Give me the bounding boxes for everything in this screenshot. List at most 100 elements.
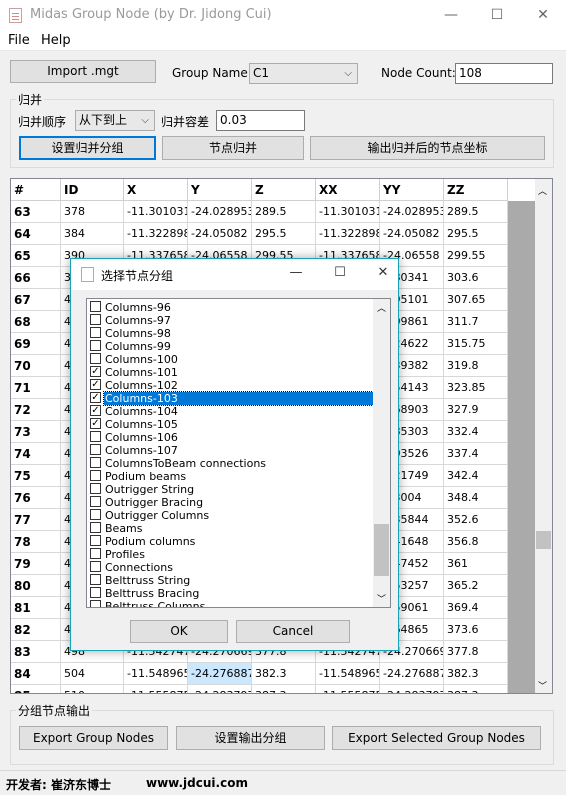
checklist-item[interactable]: Columns-97 — [88, 314, 373, 327]
table-cell[interactable]: 311.7 — [444, 311, 508, 333]
row-index[interactable]: 80 — [11, 575, 61, 597]
row-index[interactable]: 69 — [11, 333, 61, 355]
column-header[interactable]: Z — [252, 179, 316, 201]
table-row[interactable]: 64 384 -11.322898 -24.05082 295.5 -11.322898-… — [11, 223, 508, 245]
table-cell[interactable]: 365.2 — [444, 575, 508, 597]
checkbox[interactable] — [90, 353, 101, 364]
table-cell[interactable]: 315.75 — [444, 333, 508, 355]
checkbox[interactable] — [90, 431, 101, 442]
scroll-up-icon[interactable]: ︿ — [538, 184, 547, 197]
checklist-item[interactable]: ✓ Columns-102 — [88, 379, 373, 392]
checklist-item[interactable]: Beams — [88, 522, 373, 535]
table-cell[interactable]: 319.8 — [444, 355, 508, 377]
table-scrollbar[interactable]: ︿ ﹀ — [535, 179, 552, 693]
table-cell[interactable]: -24.028953 — [188, 201, 252, 223]
row-index[interactable]: 75 — [11, 465, 61, 487]
merge-order-select[interactable]: 从下到上 ⌵ — [75, 110, 155, 131]
checkbox[interactable] — [90, 587, 101, 598]
column-header[interactable]: Y — [188, 179, 252, 201]
scroll-up-icon[interactable]: ︿ — [377, 301, 386, 314]
table-cell[interactable]: -11.548965 — [124, 663, 188, 685]
merge-tolerance-field[interactable]: 0.03 — [216, 110, 305, 131]
checkbox[interactable] — [90, 327, 101, 338]
scroll-thumb[interactable] — [536, 531, 551, 549]
checkbox[interactable] — [90, 509, 101, 520]
table-cell[interactable]: -24.276887 — [188, 663, 252, 685]
minimize-button[interactable]: — — [428, 0, 474, 31]
checkbox[interactable]: ✓ — [90, 418, 101, 429]
checklist-item[interactable]: ✓ Columns-101 — [88, 366, 373, 379]
node-merge-button[interactable]: 节点归并 — [162, 136, 304, 160]
checkbox[interactable] — [90, 535, 101, 546]
row-index[interactable]: 70 — [11, 355, 61, 377]
table-cell[interactable]: 332.4 — [444, 421, 508, 443]
row-index[interactable]: 79 — [11, 553, 61, 575]
row-index[interactable]: 64 — [11, 223, 61, 245]
checklist-item[interactable]: ✓ Columns-105 — [88, 418, 373, 431]
table-cell[interactable]: 352.6 — [444, 509, 508, 531]
table-row[interactable]: 84 504 -11.548965 -24.276887 382.3 -11.548965… — [11, 663, 508, 685]
table-row[interactable]: 63 378 -11.301031 -24.028953 289.5 -11.301031… — [11, 201, 508, 223]
table-cell[interactable]: 307.65 — [444, 289, 508, 311]
column-header[interactable]: ZZ — [444, 179, 508, 201]
checkbox[interactable]: ✓ — [90, 379, 101, 390]
table-cell[interactable]: 382.3 — [252, 663, 316, 685]
checklist-item[interactable]: Columns-107 — [88, 444, 373, 457]
checkbox[interactable]: ✓ — [90, 392, 101, 403]
group-name-select[interactable]: C1 ⌵ — [249, 63, 358, 84]
menu-file[interactable]: File — [8, 33, 30, 48]
checkbox[interactable] — [90, 496, 101, 507]
maximize-button[interactable]: ☐ — [474, 0, 520, 31]
row-index[interactable]: 68 — [11, 311, 61, 333]
checkbox[interactable] — [90, 470, 101, 481]
table-cell[interactable]: -24.276887 — [380, 663, 444, 685]
export-selected-group-nodes-button[interactable]: Export Selected Group Nodes — [332, 726, 541, 750]
table-cell[interactable]: 289.5 — [252, 201, 316, 223]
table-cell[interactable]: -24.283797 — [380, 685, 444, 693]
table-cell[interactable]: 295.5 — [444, 223, 508, 245]
checkbox[interactable] — [90, 340, 101, 351]
import-mgt-button[interactable]: Import .mgt — [10, 60, 156, 83]
checklist-item[interactable]: ColumnsToBeam connections — [88, 457, 373, 470]
checklist-item[interactable]: ✓ Columns-104 — [88, 405, 373, 418]
table-cell[interactable]: -11.322898 — [316, 223, 380, 245]
table-cell[interactable]: -11.555875 — [124, 685, 188, 693]
row-index[interactable]: 76 — [11, 487, 61, 509]
ok-button[interactable]: OK — [130, 620, 228, 643]
checkbox[interactable] — [90, 574, 101, 585]
table-cell[interactable]: -24.05082 — [380, 223, 444, 245]
table-cell[interactable]: 387.3 — [444, 685, 508, 693]
table-cell[interactable]: 382.3 — [444, 663, 508, 685]
checkbox[interactable] — [90, 561, 101, 572]
table-cell[interactable]: 361 — [444, 553, 508, 575]
checkbox[interactable] — [90, 600, 101, 607]
checklist-item[interactable]: Belttruss Bracing — [88, 587, 373, 600]
close-button[interactable]: ✕ — [520, 0, 566, 31]
table-cell[interactable]: 289.5 — [444, 201, 508, 223]
checkbox[interactable] — [90, 444, 101, 455]
table-cell[interactable]: 369.4 — [444, 597, 508, 619]
row-index[interactable]: 71 — [11, 377, 61, 399]
column-header[interactable]: # — [11, 179, 61, 201]
checkbox[interactable]: ✓ — [90, 366, 101, 377]
node-count-field[interactable]: 108 — [455, 63, 553, 84]
row-index[interactable]: 78 — [11, 531, 61, 553]
cancel-button[interactable]: Cancel — [236, 620, 350, 643]
table-cell[interactable]: 387.3 — [252, 685, 316, 693]
table-cell[interactable]: 510 — [61, 685, 124, 693]
checkbox[interactable]: ✓ — [90, 405, 101, 416]
checklist-item[interactable]: Podium beams — [88, 470, 373, 483]
checkbox[interactable] — [90, 457, 101, 468]
checklist-item[interactable]: Outrigger String — [88, 483, 373, 496]
checkbox[interactable] — [90, 301, 101, 312]
row-index[interactable]: 82 — [11, 619, 61, 641]
row-index[interactable]: 74 — [11, 443, 61, 465]
table-cell[interactable]: 377.8 — [444, 641, 508, 663]
row-index[interactable]: 83 — [11, 641, 61, 663]
column-header[interactable]: X — [124, 179, 188, 201]
table-row[interactable]: 85510-11.555875-24.283797387.3-11.555875… — [11, 685, 508, 693]
output-merged-coords-button[interactable]: 输出归并后的节点坐标 — [310, 136, 545, 160]
checklist-item[interactable]: ✓ Columns-103 — [88, 391, 380, 406]
export-group-nodes-button[interactable]: Export Group Nodes — [19, 726, 168, 750]
table-cell[interactable]: 327.9 — [444, 399, 508, 421]
